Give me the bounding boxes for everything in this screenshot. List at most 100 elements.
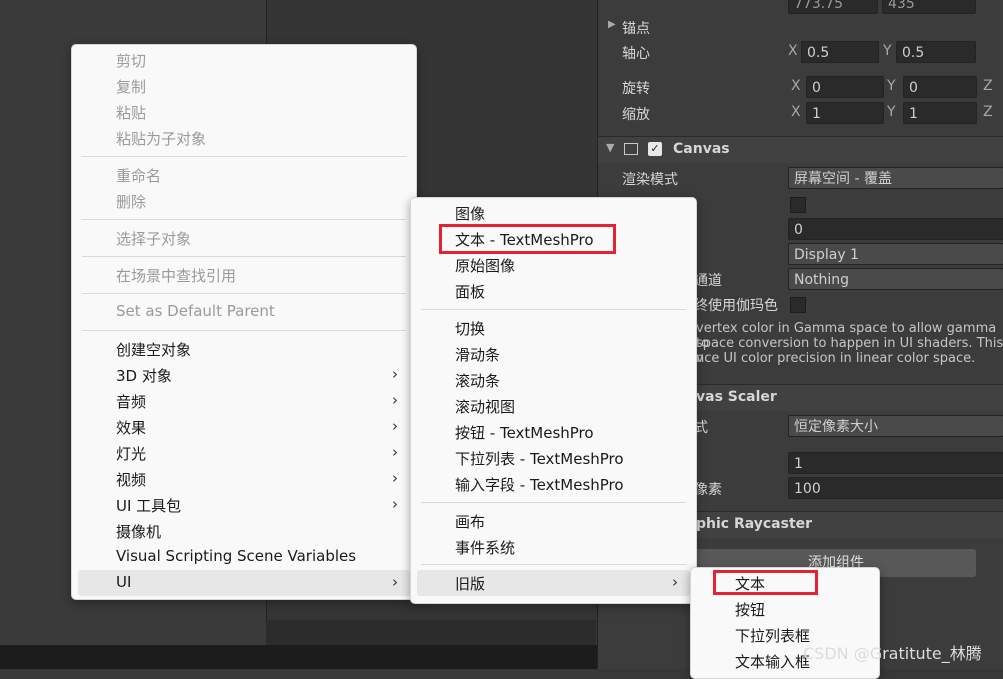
ui-menu-item-label: 按钮 - TextMeshPro [455, 424, 594, 442]
main-menu-item-1[interactable]: 复制 [72, 73, 416, 99]
main-menu-item-7[interactable]: 在场景中查找引用 [72, 262, 416, 288]
foldout-triangle-icon[interactable]: ▶ [608, 19, 616, 30]
main-menu-item-label: UI 工具包 [116, 497, 182, 515]
main-menu-item-label: 剪切 [116, 52, 147, 70]
chevron-right-icon: › [392, 417, 398, 435]
main-menu-item-label: 效果 [116, 419, 147, 437]
foldout-arrow-icon[interactable]: ▼ [606, 141, 614, 154]
render-mode-row: 渲染模式 屏幕空间 - 覆盖 [598, 166, 1003, 192]
chevron-right-icon: › [392, 495, 398, 513]
ui-menu-item-13[interactable]: 旧版 › [417, 570, 690, 596]
annotation-highlight-textmeshpro [439, 224, 616, 254]
chevron-right-icon: › [392, 365, 398, 383]
main-menu-item-14[interactable]: 视频 › [72, 466, 416, 492]
main-menu-item-16[interactable]: 摄像机 [72, 518, 416, 544]
main-menu-item-3[interactable]: 粘贴为子对象 [72, 125, 416, 151]
main-menu-item-2[interactable]: 粘贴 [72, 99, 416, 125]
context-menu-main: 剪切复制粘贴粘贴为子对象重命名 删除选择子对象在场景中查找引用 Set as Def… [71, 44, 417, 600]
ui-menu-item-11[interactable]: 画布 [411, 508, 696, 534]
pivot-y-axis: Y [883, 43, 892, 59]
main-menu-item-0[interactable]: 剪切 [72, 47, 416, 73]
rotation-x-field[interactable]: 0 [806, 76, 884, 98]
main-menu-item-8[interactable]: Set as Default Parent [72, 299, 416, 325]
sort-order-field[interactable]: 0 [788, 218, 1003, 240]
rotation-x-axis: X [791, 78, 801, 94]
height-field[interactable]: 435 [882, 0, 976, 14]
main-menu-item-label: 粘贴 [116, 104, 147, 122]
scale-y-field[interactable]: 1 [903, 102, 977, 124]
ui-menu-item-9[interactable]: 下拉列表 - TextMeshPro [411, 445, 696, 471]
main-menu-item-17[interactable]: Visual Scripting Scene Variables [72, 544, 416, 570]
scale-x-field[interactable]: 1 [806, 102, 884, 124]
pivot-x-field[interactable]: 0.5 [801, 41, 879, 63]
ui-menu-item-6[interactable]: 滚动条 [411, 367, 696, 393]
main-menu-item-10[interactable]: 3D 对象 › [72, 362, 416, 388]
pivot-x-axis: X [788, 43, 798, 59]
ui-menu-item-7[interactable]: 滚动视图 [411, 393, 696, 419]
main-menu-item-4[interactable]: 重命名 [72, 162, 416, 188]
anchor-row[interactable]: ▶ 锚点 [598, 15, 1003, 41]
ui-menu-item-4[interactable]: 切换 [411, 315, 696, 341]
menu-separator [421, 502, 686, 503]
canvas-component-header[interactable]: ▼ ✓ Canvas [598, 136, 1003, 163]
main-menu-item-label: Visual Scripting Scene Variables [116, 547, 357, 565]
canvas-title: Canvas [673, 141, 730, 157]
legacy-menu-item-label: 按钮 [735, 601, 766, 619]
main-menu-item-15[interactable]: UI 工具包 › [72, 492, 416, 518]
main-menu-item-label: 在场景中查找引用 [116, 267, 237, 285]
main-menu-item-label: 选择子对象 [116, 230, 192, 248]
context-menu-ui: 图像 文本 - TextMeshPro 原始图像 面板 切换 滑动条 滚动条 滚动视图 按钮 -… [410, 197, 697, 604]
scale-row: 缩放 X 1 Y 1 Z [598, 101, 1003, 127]
ui-menu-item-5[interactable]: 滑动条 [411, 341, 696, 367]
shader-channels-dropdown[interactable]: Nothing [788, 268, 1003, 290]
gamma-checkbox[interactable] [790, 297, 806, 313]
main-menu-item-label: UI [116, 573, 132, 591]
graphic-raycaster-title: phic Raycaster [696, 516, 813, 532]
main-menu-item-13[interactable]: 灯光 › [72, 440, 416, 466]
ui-menu-item-label: 面板 [455, 283, 486, 301]
ui-menu-item-label: 滚动视图 [455, 398, 516, 416]
menu-separator [421, 564, 686, 565]
ui-menu-item-label: 下拉列表 - TextMeshPro [455, 450, 624, 468]
target-display-dropdown[interactable]: Display 1 [788, 243, 1003, 265]
ui-menu-item-label: 输入字段 - TextMeshPro [455, 476, 624, 494]
ui-menu-item-10[interactable]: 输入字段 - TextMeshPro [411, 471, 696, 497]
scale-factor-field[interactable]: 1 [788, 452, 1003, 474]
menu-separator [82, 256, 406, 257]
menu-separator [82, 330, 406, 331]
watermark: CSDN @Gratitute_林腾 [803, 644, 982, 663]
menu-separator [82, 293, 406, 294]
canvas-scaler-title: vas Scaler [696, 389, 777, 405]
pixel-perfect-checkbox[interactable] [790, 197, 806, 213]
main-menu-item-5[interactable]: 删除 [72, 188, 416, 214]
render-mode-dropdown[interactable]: 屏幕空间 - 覆盖 [788, 167, 1003, 189]
pivot-y-field[interactable]: 0.5 [896, 41, 976, 63]
main-menu-item-11[interactable]: 音频 › [72, 388, 416, 414]
main-menu-item-label: 粘贴为子对象 [116, 130, 207, 148]
main-menu-item-label: Set as Default Parent [116, 302, 275, 320]
ui-menu-item-0[interactable]: 图像 [411, 200, 696, 226]
main-menu-item-9[interactable]: 创建空对象 [72, 336, 416, 362]
ui-scale-mode-dropdown[interactable]: 恒定像素大小 [788, 415, 1003, 437]
rotation-y-axis: Y [887, 78, 896, 94]
legacy-menu-item-label: 下拉列表框 [735, 627, 811, 645]
ui-menu-item-12[interactable]: 事件系统 [411, 534, 696, 560]
ui-menu-item-8[interactable]: 按钮 - TextMeshPro [411, 419, 696, 445]
legacy-menu-item-1[interactable]: 按钮 [691, 596, 879, 622]
enabled-checkbox[interactable]: ✓ [648, 142, 662, 156]
main-menu-item-label: 音频 [116, 393, 147, 411]
ui-menu-item-2[interactable]: 原始图像 [411, 252, 696, 278]
ui-menu-item-3[interactable]: 面板 [411, 278, 696, 304]
help-text-line-3: nce UI color precision in linear color s… [696, 351, 976, 366]
rotation-y-field[interactable]: 0 [903, 76, 977, 98]
ui-menu-item-label: 旧版 [455, 575, 486, 593]
main-menu-item-18[interactable]: UI › [78, 570, 410, 596]
main-menu-item-6[interactable]: 选择子对象 [72, 225, 416, 251]
main-menu-item-12[interactable]: 效果 › [72, 414, 416, 440]
main-menu-item-label: 灯光 [116, 445, 147, 463]
width-field[interactable]: 773.75 [788, 0, 878, 14]
scale-label: 缩放 [622, 107, 650, 123]
chevron-right-icon: › [392, 469, 398, 487]
ui-menu-item-label: 切换 [455, 320, 486, 338]
ref-pixels-field[interactable]: 100 [788, 477, 1003, 499]
